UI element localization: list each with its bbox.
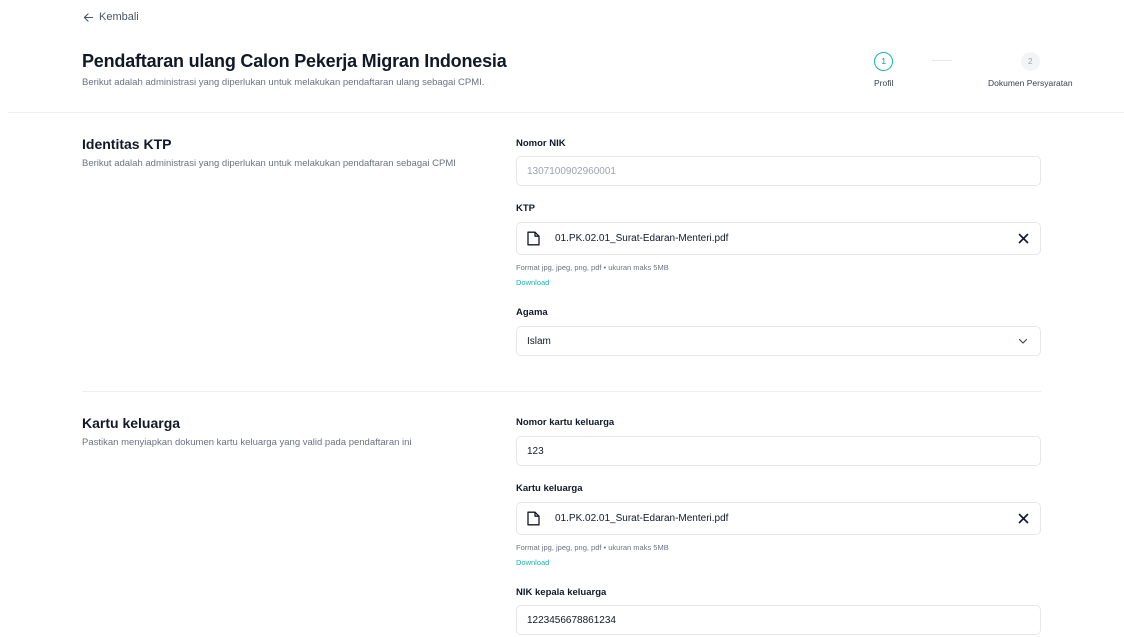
step-connector [932,60,952,61]
agama-value: Islam [527,335,551,347]
ktp-file-name: 01.PK.02.01_Surat-Edaran-Menteri.pdf [555,233,729,244]
nik-value: 1307100902960001 [527,165,616,177]
nik-kepala-value: 1223456678861234 [527,614,616,626]
agama-label: Agama [516,307,548,318]
nik-label: Nomor NIK [516,138,566,149]
step-number: 1 [874,52,894,71]
arrow-left-icon [83,12,94,22]
nomor-kk-value: 123 [527,445,544,457]
nik-input[interactable]: 1307100902960001 [516,156,1041,186]
section-desc-kk: Pastikan menyiapkan dokumen kartu keluar… [82,437,412,448]
kk-file-name: 01.PK.02.01_Surat-Edaran-Menteri.pdf [555,513,729,524]
registration-page: Kembali Pendaftaran ulang Calon Pekerja … [0,0,1124,637]
close-icon[interactable] [1018,513,1029,524]
kk-file-label: Kartu keluarga [516,483,583,494]
kk-file-upload[interactable]: 01.PK.02.01_Surat-Edaran-Menteri.pdf [516,502,1041,535]
ktp-download-link[interactable]: Download [516,278,549,287]
step-label: Profil [874,78,894,88]
step-profil[interactable]: 1 Profil [874,52,893,88]
section-desc-ktp: Berikut adalah administrasi yang diperlu… [82,158,456,169]
step-label: Dokumen Persyaratan [988,78,1073,88]
step-dokumen-persyaratan[interactable]: 2 Dokumen Persyaratan [988,52,1073,88]
section-divider [82,391,1041,392]
nomor-kk-input[interactable]: 123 [516,436,1041,466]
nik-kepala-input[interactable]: 1223456678861234 [516,605,1041,635]
back-label: Kembali [99,11,139,23]
ktp-label: KTP [516,203,535,214]
file-icon [527,511,540,526]
close-icon[interactable] [1018,233,1029,244]
header-divider [8,112,1124,113]
page-title: Pendaftaran ulang Calon Pekerja Migran I… [82,51,507,71]
ktp-file-upload[interactable]: 01.PK.02.01_Surat-Edaran-Menteri.pdf [516,222,1041,255]
file-icon [527,231,540,246]
section-title-kk: Kartu keluarga [82,415,181,431]
section-title-ktp: Identitas KTP [82,136,172,152]
stepper: 1 Profil 2 Dokumen Persyaratan [850,52,1073,92]
kk-file-hint: Format jpg, jpeg, png, pdf • ukuran maks… [516,543,669,552]
back-link[interactable]: Kembali [83,11,139,23]
ktp-file-hint: Format jpg, jpeg, png, pdf • ukuran maks… [516,263,669,272]
nik-kepala-label: NIK kepala keluarga [516,587,607,598]
nomor-kk-label: Nomor kartu keluarga [516,417,615,428]
kk-download-link[interactable]: Download [516,558,549,567]
agama-select[interactable]: Islam [516,326,1041,356]
step-number: 2 [1020,52,1040,71]
chevron-down-icon [1018,338,1028,344]
page-subtitle: Berikut adalah administrasi yang diperlu… [82,77,485,88]
